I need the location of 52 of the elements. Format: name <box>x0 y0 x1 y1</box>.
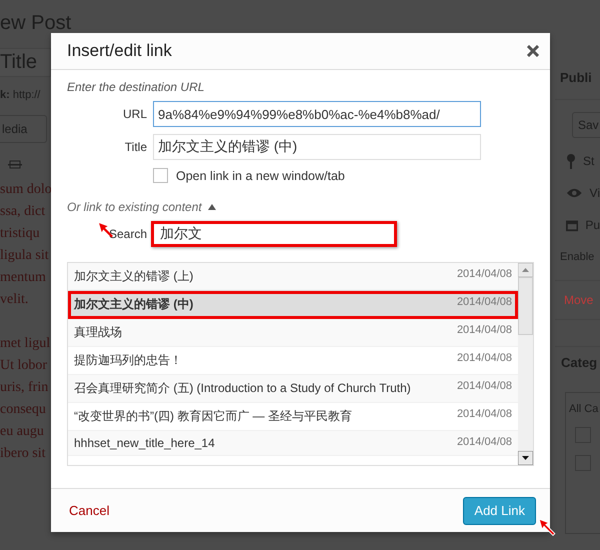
checkbox[interactable] <box>153 168 168 183</box>
search-field[interactable]: 加尔文 <box>151 221 397 247</box>
section-label: Enter the destination URL <box>67 80 206 94</box>
post-body-text: ssa, dict <box>0 204 46 219</box>
post-body-text: ligula sit <box>0 248 49 263</box>
eye-icon <box>566 187 583 199</box>
result-item[interactable]: 加尔文主义的错谬 (中) 2014/04/08 <box>68 291 518 319</box>
result-title: 加尔文主义的错谬 (上) <box>74 268 194 285</box>
result-title: hhhset_new_title_here_14 <box>74 436 216 450</box>
calendar-icon <box>566 218 578 232</box>
post-body-text: eu augu <box>0 424 44 439</box>
result-item[interactable]: 加尔文主义的错谬 (上) 2014/04/08 <box>68 263 518 291</box>
result-date: 2014/04/08 <box>456 408 512 420</box>
result-date: 2014/04/08 <box>456 296 512 308</box>
post-body-text: consequ <box>0 402 46 417</box>
result-date: 2014/04/08 <box>456 268 512 280</box>
post-body-text: ibero sit <box>0 446 46 461</box>
post-body-text: sum dolo <box>0 182 52 197</box>
url-label: URL <box>122 107 148 121</box>
post-body-text: tristiqu <box>0 226 40 241</box>
strikethrough-icon[interactable] <box>8 160 22 170</box>
triangle-icon <box>208 204 216 210</box>
result-title: 提防迦玛列的忠告！ <box>74 352 183 369</box>
result-title: “改变世界的书”(四) 教育因它而广 — 圣经与平民教育 <box>74 408 353 425</box>
result-item[interactable]: hhhset_new_title_here_14 2014/04/08 <box>68 431 518 456</box>
pin-icon <box>566 153 576 169</box>
post-body-text: met ligul <box>0 336 50 351</box>
result-item[interactable]: 真理战场 2014/04/08 <box>68 319 518 347</box>
result-date: 2014/04/08 <box>456 352 512 364</box>
result-item[interactable]: 召会真理研究简介 (五) (Introduction to a Study of Church Truth) 2014/04/08 <box>68 375 518 403</box>
post-body-text: Ut lobor <box>0 358 48 373</box>
cancel-link[interactable]: Cancel <box>69 503 110 518</box>
result-date: 2014/04/08 <box>456 324 512 336</box>
result-date: 2014/04/08 <box>456 380 512 392</box>
url-field[interactable]: 9a%84%e9%94%99%e8%b0%ac-%e4%b8%ad/ <box>153 101 481 127</box>
post-body-text: velit. <box>0 292 28 307</box>
dialog-title: Insert/edit link <box>67 41 172 61</box>
checkbox-label: Open link in a new window/tab <box>176 168 345 182</box>
scroll-down-icon[interactable] <box>518 451 533 465</box>
scrollbar[interactable] <box>518 263 533 465</box>
result-date: 2014/04/08 <box>456 436 512 448</box>
existing-content-toggle[interactable]: Or link to existing content <box>67 200 534 214</box>
title-field[interactable]: 加尔文主义的错谬 (中) <box>153 134 481 160</box>
post-body-text: mentum <box>0 270 46 285</box>
title-label: Title <box>124 140 148 154</box>
close-icon[interactable] <box>527 45 539 57</box>
scroll-up-icon[interactable] <box>518 263 533 277</box>
result-title: 召会真理研究简介 (五) (Introduction to a Study of Church Truth) <box>74 380 412 397</box>
search-label: Search <box>108 227 148 241</box>
post-body-text: uris, frin <box>0 380 48 395</box>
result-title: 真理战场 <box>74 324 123 341</box>
result-title: 加尔文主义的错谬 (中) <box>74 296 194 313</box>
